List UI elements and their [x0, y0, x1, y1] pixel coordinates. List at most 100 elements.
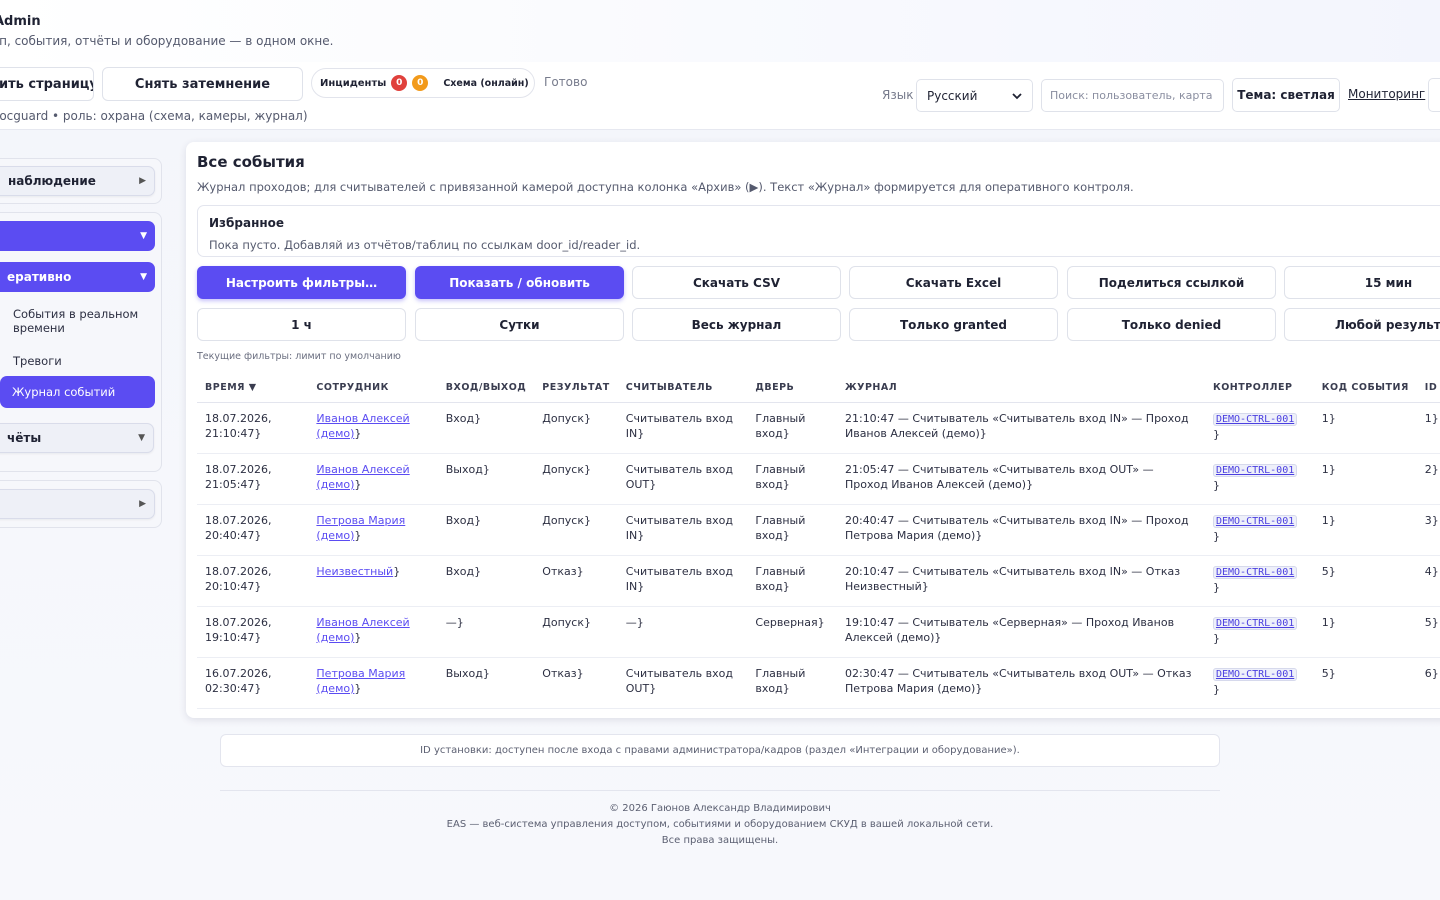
range-15min-button[interactable]: 15 мин [1284, 266, 1440, 299]
cell-journal: 20:10:47 — Считыватель «Считыватель вход… [836, 555, 1205, 607]
cell-controller: DEMO-CTRL-001 } [1204, 657, 1314, 709]
cell-controller: DEMO-CTRL-001 } [1204, 555, 1314, 607]
any-result-button[interactable]: Любой результат [1284, 308, 1440, 341]
cell-result: Допуск} [534, 453, 618, 505]
overflow-button[interactable] [1428, 78, 1440, 112]
table-row[interactable]: 18.07.2026, 20:10:47} Неизвестный} Вход} От… [197, 555, 1440, 607]
incidents-pill[interactable]: Инциденты 0 0 Схема (онлайн) [311, 68, 535, 98]
sidebar-sub-realtime[interactable]: События в реальном времени [13, 307, 143, 335]
cell-time: 18.07.2026, 19:10:47} [197, 606, 309, 658]
range-all-button[interactable]: Весь журнал [632, 308, 841, 341]
column-header-time[interactable]: ВРЕМЯ ▼ [197, 374, 309, 403]
cell-result: Отказ} [534, 555, 618, 607]
footer-rights: Все права защищены. [661, 835, 779, 846]
incidents-red-badge: 0 [391, 75, 408, 91]
cell-journal: 20:40:47 — Считыватель «Считыватель вход… [836, 504, 1205, 556]
refresh-page-button[interactable]: ить страницу [0, 67, 94, 101]
scheme-online-label[interactable]: Схема (онлайн) [443, 78, 528, 89]
chevron-down-icon: ▼ [140, 231, 147, 241]
theme-toggle-button[interactable]: Тема: светлая [1232, 78, 1340, 112]
employee-link[interactable]: Иванов Алексей (демо) [316, 463, 409, 491]
controller-link[interactable]: DEMO-CTRL-001 [1212, 463, 1298, 477]
cell-employee: Иванов Алексей (демо)} [308, 453, 438, 505]
employee-link[interactable]: Иванов Алексей (демо) [316, 412, 409, 440]
range-day-button[interactable]: Сутки [415, 308, 624, 341]
cell-reader: Считыватель вход IN} [617, 555, 748, 607]
monitoring-link[interactable]: Мониторинг [1348, 87, 1425, 101]
sidebar-item-section[interactable]: ▼ [0, 221, 155, 251]
sidebar: наблюдение ▶ ▼ еративно ▼ События в реал… [0, 150, 162, 472]
sidebar-item-operative[interactable]: еративно ▼ [0, 262, 155, 292]
column-header-controller[interactable]: КОНТРОЛЛЕР [1204, 374, 1314, 403]
sidebar-item-monitoring[interactable]: наблюдение ▶ [0, 166, 155, 196]
download-csv-button[interactable]: Скачать CSV [632, 266, 841, 299]
table-row[interactable]: 16.07.2026, 02:30:47} Петрова Мария (демо… [197, 657, 1440, 709]
sidebar-item-extra[interactable]: ▶ [0, 489, 155, 519]
cell-direction: Выход} [437, 657, 535, 709]
controller-link[interactable]: DEMO-CTRL-001 [1212, 667, 1298, 681]
table-header-row: ВРЕМЯ ▼ СОТРУДНИК ВХОД/ВЫХОД РЕЗУЛЬТАТ С… [197, 374, 1440, 403]
cell-id: 5} [1416, 606, 1440, 658]
column-header-result[interactable]: РЕЗУЛЬТАТ [534, 374, 618, 403]
install-id-box: ID установки: доступен после входа с пра… [220, 734, 1220, 767]
status-text: Готово [544, 75, 588, 89]
sidebar-sub-journal[interactable]: Журнал событий [0, 376, 155, 408]
sidebar-item-reports[interactable]: чёты ▼ [0, 423, 154, 453]
cell-time: 16.07.2026, 02:30:47} [197, 657, 309, 709]
app-title: Admin [0, 14, 41, 29]
cell-id: 2} [1416, 453, 1440, 505]
column-header-employee[interactable]: СОТРУДНИК [308, 374, 438, 403]
column-header-journal[interactable]: ЖУРНАЛ [836, 374, 1205, 403]
cell-event-code: 5} [1313, 555, 1417, 607]
range-1h-button[interactable]: 1 ч [197, 308, 406, 341]
incidents-label: Инциденты [320, 77, 387, 89]
cell-door: Главный вход} [747, 555, 837, 607]
cell-controller: DEMO-CTRL-001 } [1204, 504, 1314, 556]
cell-event-code: 1} [1313, 402, 1417, 454]
cell-journal: 02:30:47 — Считыватель «Считыватель вход… [836, 657, 1205, 709]
controller-link[interactable]: DEMO-CTRL-001 [1212, 565, 1298, 579]
share-link-button[interactable]: Поделиться ссылкой [1067, 266, 1276, 299]
cell-id: 4} [1416, 555, 1440, 607]
cell-door: Главный вход} [747, 657, 837, 709]
cell-reader: Считыватель вход OUT} [617, 453, 748, 505]
download-excel-button[interactable]: Скачать Excel [849, 266, 1058, 299]
cell-result: Допуск} [534, 606, 618, 658]
only-granted-button[interactable]: Только granted [849, 308, 1058, 341]
show-refresh-button[interactable]: Показать / обновить [415, 266, 624, 299]
column-header-event-code[interactable]: КОД СОБЫТИЯ [1313, 374, 1417, 403]
cell-door: Главный вход} [747, 402, 837, 454]
remove-dim-button[interactable]: Снять затемнение [102, 67, 303, 101]
favorites-text: Пока пусто. Добавляй из отчётов/таблиц п… [209, 238, 641, 252]
employee-link[interactable]: Иванов Алексей (демо) [316, 616, 409, 644]
only-denied-button[interactable]: Только denied [1067, 308, 1276, 341]
footer-copyright: © 2026 Гаюнов Александр Владимирович [609, 803, 831, 814]
cell-time: 18.07.2026, 20:40:47} [197, 504, 309, 556]
controller-link[interactable]: DEMO-CTRL-001 [1212, 616, 1298, 630]
configure-filters-button[interactable]: Настроить фильтры… [197, 266, 406, 299]
column-header-reader[interactable]: СЧИТЫВАТЕЛЬ [617, 374, 748, 403]
controller-link[interactable]: DEMO-CTRL-001 [1212, 514, 1298, 528]
column-header-door[interactable]: ДВЕРЬ [747, 374, 837, 403]
chevron-right-icon: ▶ [139, 176, 146, 186]
table-row[interactable]: 18.07.2026, 21:10:47} Иванов Алексей (дем… [197, 402, 1440, 454]
language-select[interactable]: Русский [916, 79, 1033, 112]
favorites-box: Избранное Пока пусто. Добавляй из отчёто… [197, 205, 1440, 257]
table-row[interactable]: 18.07.2026, 20:40:47} Петрова Мария (демо… [197, 504, 1440, 556]
cell-direction: Вход} [437, 555, 535, 607]
app-subtitle: уп, события, отчёты и оборудование — в о… [0, 34, 334, 48]
cell-door: Главный вход} [747, 453, 837, 505]
employee-link[interactable]: Неизвестный [316, 565, 393, 578]
column-header-direction[interactable]: ВХОД/ВЫХОД [437, 374, 535, 403]
cell-result: Отказ} [534, 657, 618, 709]
cell-event-code: 1} [1313, 606, 1417, 658]
cell-employee: Петрова Мария (демо)} [308, 657, 438, 709]
table-row[interactable]: 18.07.2026, 21:05:47} Иванов Алексей (дем… [197, 453, 1440, 505]
footer-about: EAS — веб-система управления доступом, с… [446, 819, 994, 830]
search-input[interactable] [1041, 79, 1224, 112]
controller-link[interactable]: DEMO-CTRL-001 [1212, 412, 1298, 426]
sidebar-sub-alarms[interactable]: Тревоги [13, 354, 62, 368]
column-header-id[interactable]: ID [1416, 374, 1440, 403]
table-row[interactable]: 18.07.2026, 19:10:47} Иванов Алексей (дем… [197, 606, 1440, 658]
cell-journal: 21:10:47 — Считыватель «Считыватель вход… [836, 402, 1205, 454]
